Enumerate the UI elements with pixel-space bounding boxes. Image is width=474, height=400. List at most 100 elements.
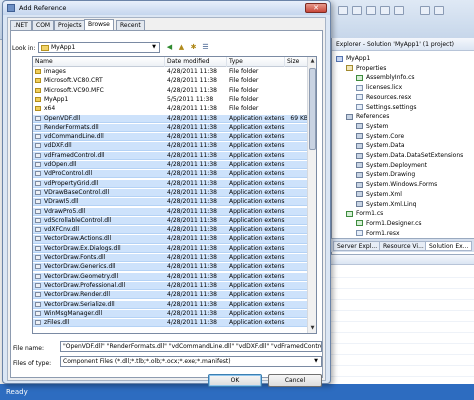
file-type-select[interactable]: Component Files (*.dll;*.tlb;*.olb;*.ocx… <box>60 356 322 367</box>
file-row[interactable]: MyApp1 5/5/2011 11:38 File folder <box>33 96 309 104</box>
view-menu-icon[interactable]: ☰ <box>200 42 211 53</box>
toolbar-icon[interactable] <box>434 6 444 15</box>
file-row[interactable]: VdProControl.dll 4/28/2011 11:38 Applicati… <box>33 170 309 179</box>
file-list-header: Name Date modified Type Size <box>33 57 316 67</box>
look-in-dropdown[interactable]: MyApp1 ▼ <box>38 42 160 53</box>
cancel-button[interactable]: Cancel <box>268 374 322 387</box>
file-row[interactable]: OpenVDF.dll 4/28/2011 11:38 Application ex… <box>33 114 309 123</box>
up-folder-icon[interactable]: ▲ <box>176 42 187 53</box>
toolbar-icon[interactable] <box>394 6 404 15</box>
new-folder-icon[interactable]: ✱ <box>188 42 199 53</box>
toolbar-icon[interactable] <box>338 6 348 15</box>
toolbar-icon[interactable] <box>380 6 390 15</box>
tree-item[interactable]: System.Data.DataSetExtensions <box>356 151 463 160</box>
scroll-thumb[interactable] <box>309 68 316 150</box>
file-name-cell: x64 <box>35 105 163 113</box>
tree-item[interactable]: System.Deployment <box>356 161 427 170</box>
tree-item[interactable]: licenses.licx <box>356 83 402 92</box>
back-icon[interactable]: ◀ <box>164 42 175 53</box>
file-name-text: WinMsgManager.dll <box>44 309 103 317</box>
file-icon <box>356 104 363 110</box>
tree-item-label: licenses.licx <box>366 84 403 92</box>
tree-item[interactable]: Form1.Designer.cs <box>356 219 422 228</box>
file-row[interactable]: VectorDraw.Render.dll 4/28/2011 11:38 Appl… <box>33 291 309 300</box>
file-type-cell: Application extens... <box>229 151 285 159</box>
tree-item[interactable]: System.Core <box>356 132 404 141</box>
file-row[interactable]: VectorDraw.Professional.dll 4/28/2011 11:… <box>33 281 309 291</box>
reference-icon <box>356 133 363 140</box>
file-row[interactable]: VectorDraw.Geometry.dll 4/28/2011 11:38 Ap… <box>33 272 309 281</box>
tree-item[interactable]: Form1.resx <box>356 229 400 238</box>
file-row[interactable]: vdOpen.dll 4/28/2011 11:38 Application ext… <box>33 161 309 170</box>
folder-icon <box>35 87 41 93</box>
tab-recent[interactable]: Recent <box>116 20 145 30</box>
tree-item[interactable]: System.Xml <box>356 190 402 199</box>
toolbar-icon[interactable] <box>420 6 430 15</box>
tab-server-explorer[interactable]: Server Expl... <box>333 241 382 251</box>
file-row[interactable]: VectorDraw.Generics.dll 4/28/2011 11:38 Ap… <box>33 263 309 272</box>
file-row[interactable]: VectorDraw.Ex.Dialogs.dll 4/28/2011 11:38… <box>33 244 309 253</box>
tree-item[interactable]: Settings.settings <box>356 103 416 112</box>
tree-item-label: MyApp1 <box>346 55 371 62</box>
tree-item[interactable]: System.Xml.Linq <box>356 200 416 209</box>
tree-item[interactable]: References <box>346 112 389 121</box>
file-row[interactable]: zFiles.dll 4/28/2011 11:38 Application ext… <box>33 319 309 328</box>
tree-item[interactable]: AssemblyInfo.cs <box>356 73 415 82</box>
file-row[interactable]: VectorDraw.Actions.dll 4/28/2011 11:38 App… <box>33 235 309 244</box>
tab-solution-explorer[interactable]: Solution Ex... <box>425 241 473 251</box>
file-name-cell: MyApp1 <box>35 96 163 104</box>
file-name-text: VectorDraw.Fonts.dll <box>44 254 106 261</box>
tree-item[interactable]: System.Data <box>356 141 405 150</box>
tree-item[interactable]: System <box>356 122 388 131</box>
file-type-cell: Application extens... <box>229 123 285 131</box>
tree-item[interactable]: System.Windows.Forms <box>356 180 437 189</box>
file-row[interactable]: vdDXF.dll 4/28/2011 11:38 Application exte… <box>33 142 309 151</box>
file-row[interactable]: images 4/28/2011 11:38 File folder <box>33 68 309 76</box>
scroll-up-icon[interactable]: ▲ <box>308 57 316 66</box>
close-icon[interactable]: ✕ <box>305 3 327 13</box>
scroll-down-icon[interactable]: ▼ <box>308 324 316 333</box>
file-name-cell: Microsoft.VC90.MFC <box>35 87 163 95</box>
file-row[interactable]: VectorDraw.Fonts.dll 4/28/2011 11:38 Appli… <box>33 254 309 263</box>
column-type[interactable]: Type <box>227 57 285 67</box>
column-date-modified[interactable]: Date modified <box>165 57 227 67</box>
properties-panel <box>331 254 474 384</box>
file-name-cell: vdCommandLine.dll <box>35 133 163 141</box>
file-row[interactable]: VectorDraw.Serialize.dll 4/28/2011 11:38 A… <box>33 300 309 309</box>
file-row[interactable]: vdFramedControl.dll 4/28/2011 11:38 Applic… <box>33 151 309 160</box>
toolbar-icon[interactable] <box>352 6 362 15</box>
tree-item-label: System <box>366 122 389 130</box>
file-row[interactable]: vdScrollableControl.dll 4/28/2011 11:38 Ap… <box>33 216 309 225</box>
tab-resource-view[interactable]: Resource Vi... <box>379 241 428 251</box>
file-list[interactable]: Name Date modified Type Size images 4/28/… <box>32 56 317 334</box>
vertical-scrollbar[interactable]: ▲ ▼ <box>307 57 316 333</box>
file-row[interactable]: vdCommandLine.dll 4/28/2011 11:38 Applicat… <box>33 133 309 142</box>
tab-net[interactable]: .NET <box>10 20 32 30</box>
file-row[interactable]: VdrawPro5.dll 4/28/2011 11:38 Application … <box>33 207 309 216</box>
file-row[interactable]: vdPropertyGrid.dll 4/28/2011 11:38 Applica… <box>33 179 309 188</box>
file-row[interactable]: vdXFCnv.dll 4/28/2011 11:38 Application ex… <box>33 226 309 235</box>
toolbar-icon[interactable] <box>366 6 376 15</box>
tree-item[interactable]: Properties <box>346 64 386 73</box>
file-row[interactable]: VDrawBaseControl.dll 4/28/2011 11:38 Appli… <box>33 188 309 198</box>
column-size[interactable]: Size <box>285 57 309 67</box>
tree-item[interactable]: Resources.resx <box>356 93 411 102</box>
file-name-cell: vdScrollableControl.dll <box>35 217 163 225</box>
file-row[interactable]: RenderFormats.dll 4/28/2011 11:38 Applicat… <box>33 123 309 132</box>
column-name[interactable]: Name <box>33 57 165 67</box>
tab-com[interactable]: COM <box>32 20 55 30</box>
ok-button[interactable]: OK <box>208 374 262 387</box>
file-date-cell: 4/28/2011 11:38 <box>167 300 217 308</box>
file-row[interactable]: x64 4/28/2011 11:38 File folder <box>33 105 309 113</box>
tree-item[interactable]: MyApp1 <box>336 54 370 63</box>
file-row[interactable]: WinMsgManager.dll 4/28/2011 11:38 Applicat… <box>33 309 309 318</box>
tree-item-label: Form1.resx <box>366 229 400 237</box>
file-name-input[interactable]: "OpenVDF.dll" "RenderFormats.dll" "vdCom… <box>60 341 322 352</box>
tree-item[interactable]: System.Drawing <box>356 170 415 179</box>
file-row[interactable]: Microsoft.VC90.MFC 4/28/2011 11:38 File fo… <box>33 87 309 95</box>
tab-projects[interactable]: Projects <box>54 20 86 30</box>
folder-icon <box>41 44 49 51</box>
file-row[interactable]: Microsoft.VC80.CRT 4/28/2011 11:38 File fo… <box>33 77 309 85</box>
tree-item[interactable]: Form1.cs <box>346 209 383 218</box>
file-row[interactable]: VDrawI5.dll 4/28/2011 11:38 Application ex… <box>33 198 309 207</box>
